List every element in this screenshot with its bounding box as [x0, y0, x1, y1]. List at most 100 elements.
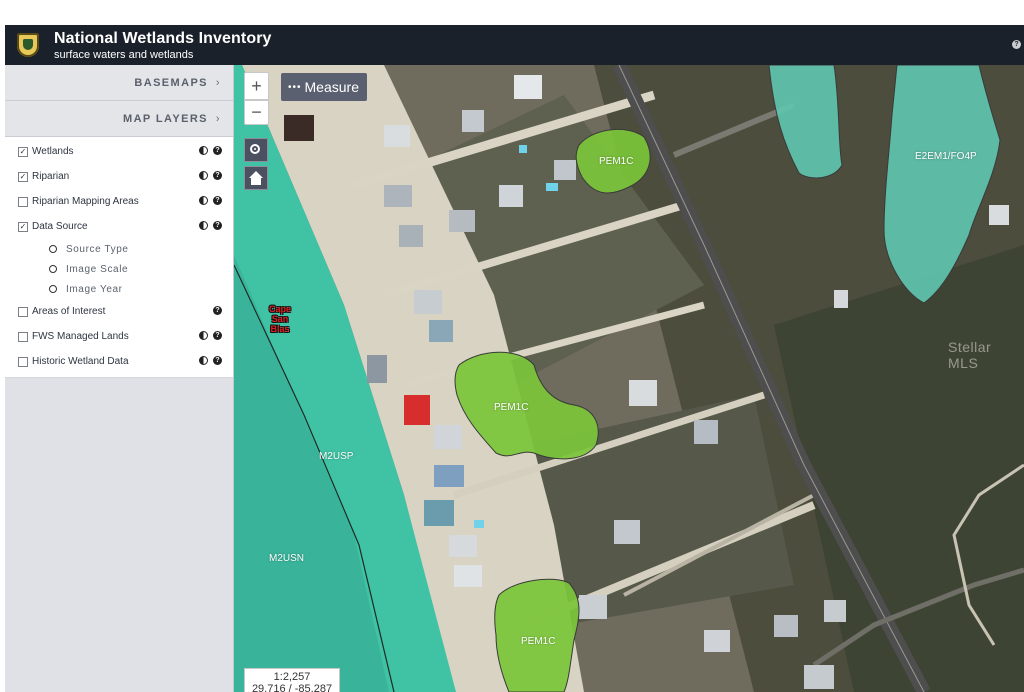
layer-row-historic-wetland-data: Historic Wetland Data ?: [5, 350, 233, 375]
contrast-icon[interactable]: [199, 356, 208, 365]
layer-checkbox[interactable]: ✓: [18, 222, 28, 232]
ellipsis-icon: •••: [288, 82, 302, 93]
wetland-label-pem1c-top: PEM1C: [599, 156, 634, 167]
wetland-label-pem1c-mid: PEM1C: [494, 402, 529, 413]
locate-button[interactable]: [244, 138, 268, 162]
contrast-icon[interactable]: [199, 196, 208, 205]
house-roof: [414, 290, 442, 314]
house-roof: [514, 75, 542, 99]
house-roof: [424, 500, 454, 526]
layer-label: Historic Wetland Data: [32, 356, 129, 367]
house-roof: [614, 520, 640, 544]
layer-label: Riparian: [32, 171, 70, 182]
map-view[interactable]: + − ••• Measure PEM1C PEM1C PEM1C E2EM1/F…: [234, 65, 1024, 692]
house-roof: [804, 665, 834, 689]
wetland-label-pem1c-bottom: PEM1C: [521, 636, 556, 647]
layer-row-riparian-mapping-areas: Riparian Mapping Areas ?: [5, 190, 233, 215]
app-title: National Wetlands Inventory: [54, 30, 272, 47]
house-roof-red: [404, 395, 430, 425]
place-label-line: Blas: [270, 324, 290, 334]
app-header: National Wetlands Inventory surface wate…: [5, 25, 1024, 65]
info-icon[interactable]: ?: [213, 146, 222, 155]
layer-checkbox[interactable]: [18, 357, 28, 367]
house-roof: [454, 565, 482, 587]
house-roof: [499, 185, 523, 207]
layer-row-areas-of-interest: Areas of Interest ?: [5, 300, 233, 325]
crosshair-icon: [250, 144, 260, 154]
layer-label: Areas of Interest: [32, 306, 106, 317]
layer-checkbox[interactable]: ✓: [18, 172, 28, 182]
house-roof: [284, 115, 314, 141]
info-icon[interactable]: ?: [213, 306, 222, 315]
place-label-line: San: [271, 314, 289, 324]
data-source-option-image-scale[interactable]: Image Scale: [5, 260, 233, 280]
fws-logo-icon: [17, 33, 39, 57]
contrast-icon[interactable]: [199, 171, 208, 180]
layer-checkbox[interactable]: [18, 332, 28, 342]
layer-row-data-source: ✓ Data Source ?: [5, 215, 233, 240]
map-layers-label: MAP LAYERS: [123, 113, 208, 125]
data-source-option-image-year[interactable]: Image Year: [5, 280, 233, 300]
zoom-out-button[interactable]: −: [244, 100, 269, 125]
basemaps-section-header[interactable]: BASEMAPS ›: [5, 65, 233, 101]
scale-readout: 1:2,257 29.716 / -85.287: [244, 668, 340, 692]
house-roof: [434, 465, 464, 487]
info-icon[interactable]: ?: [213, 196, 222, 205]
house-roof: [579, 595, 607, 619]
info-icon[interactable]: ?: [213, 221, 222, 230]
house-roof: [629, 380, 657, 406]
layer-row-wetlands: ✓ Wetlands ?: [5, 140, 233, 165]
info-icon[interactable]: ?: [213, 356, 222, 365]
radio-button[interactable]: [49, 285, 57, 293]
pool: [474, 520, 484, 528]
house-roof: [434, 425, 462, 449]
house-roof: [384, 125, 410, 147]
contrast-icon[interactable]: [199, 331, 208, 340]
option-label: Image Year: [66, 284, 123, 295]
sidebar: BASEMAPS › MAP LAYERS › ✓ Wetlands ? ✓ Rip…: [5, 65, 234, 692]
home-button[interactable]: [244, 166, 268, 190]
house-roof: [449, 210, 475, 232]
radio-button[interactable]: [49, 245, 57, 253]
layer-row-fws-managed-lands: FWS Managed Lands ?: [5, 325, 233, 350]
option-label: Source Type: [66, 244, 129, 255]
layer-checkbox[interactable]: [18, 197, 28, 207]
house-roof: [384, 185, 412, 207]
place-label-cape-san-blas: Cape San Blas: [269, 304, 291, 334]
contrast-icon[interactable]: [199, 221, 208, 230]
home-icon: [249, 171, 263, 178]
measure-label: Measure: [304, 79, 359, 95]
info-icon[interactable]: ?: [213, 171, 222, 180]
basemaps-label: BASEMAPS: [134, 77, 208, 89]
place-label-line: Cape: [269, 304, 292, 314]
contrast-icon[interactable]: [199, 146, 208, 155]
house-roof: [834, 290, 848, 308]
coordinate-readout: 29.716 / -85.287: [251, 683, 333, 692]
home-icon-base: [251, 178, 261, 185]
zoom-in-button[interactable]: +: [244, 72, 269, 100]
layer-checkbox[interactable]: ✓: [18, 147, 28, 157]
chevron-right-icon: ›: [215, 113, 221, 125]
layer-list: ✓ Wetlands ? ✓ Riparian ? Riparian Mappi…: [5, 137, 233, 378]
house-roof: [694, 420, 718, 444]
pool: [546, 183, 558, 191]
layer-label: Riparian Mapping Areas: [32, 196, 139, 207]
measure-button[interactable]: ••• Measure: [281, 73, 367, 101]
wetland-label-m2usn: M2USN: [269, 553, 305, 564]
info-icon[interactable]: ?: [213, 331, 222, 340]
data-source-option-source-type[interactable]: Source Type: [5, 240, 233, 260]
house-roof: [429, 320, 453, 342]
map-layers-section-header[interactable]: MAP LAYERS ›: [5, 101, 233, 137]
layer-label: FWS Managed Lands: [32, 331, 129, 342]
app-subtitle: surface waters and wetlands: [54, 49, 194, 61]
pool: [519, 145, 527, 153]
house-roof: [704, 630, 730, 652]
house-roof: [824, 600, 846, 622]
wetland-label-e2em1: E2EM1/FO4P: [915, 151, 977, 162]
radio-button[interactable]: [49, 265, 57, 273]
layer-row-riparian: ✓ Riparian ?: [5, 165, 233, 190]
help-icon[interactable]: ?: [1012, 40, 1021, 49]
layer-checkbox[interactable]: [18, 307, 28, 317]
chevron-right-icon: ›: [215, 77, 221, 89]
scale-value: 1:2,257: [273, 671, 311, 683]
